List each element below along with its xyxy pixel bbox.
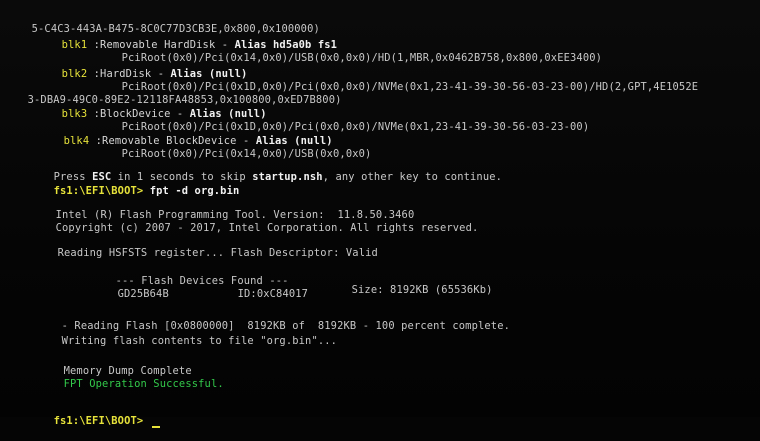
device-id-text: ID:0xC84017	[237, 288, 309, 300]
press-post-text: , any other key to continue.	[322, 171, 503, 183]
copyright-text: Copyright (c) 2007 - 2017, Intel Corpora…	[55, 222, 479, 234]
writing-text: Writing flash contents to file "org.bin"…	[61, 335, 338, 347]
hsfsts-text: Reading HSFSTS register... Flash Descrip…	[57, 247, 378, 259]
device-size-text: Size: 8192KB (65536Kb)	[351, 284, 493, 296]
blk2-label: blk2	[61, 68, 88, 80]
text-cursor	[151, 426, 160, 428]
device-size-line: Size: 8192KB (65536Kb)	[326, 271, 493, 310]
blk3-label: blk3	[61, 108, 88, 120]
blk1-label: blk1	[61, 39, 88, 51]
command-line-2[interactable]: fs1:\EFI\BOOT>	[28, 402, 160, 441]
blk4-label: blk4	[63, 135, 90, 147]
success-text: FPT Operation Successful.	[63, 378, 224, 390]
startup-nsh-text: startup.nsh	[252, 171, 323, 183]
success-line: FPT Operation Successful.	[38, 365, 224, 404]
device-name-text: GD25B64B	[117, 288, 169, 300]
efi-shell-screen[interactable]: 5-C4C3-443A-B475-8C0C77D3CB3E,0x800,0x10…	[0, 0, 760, 428]
